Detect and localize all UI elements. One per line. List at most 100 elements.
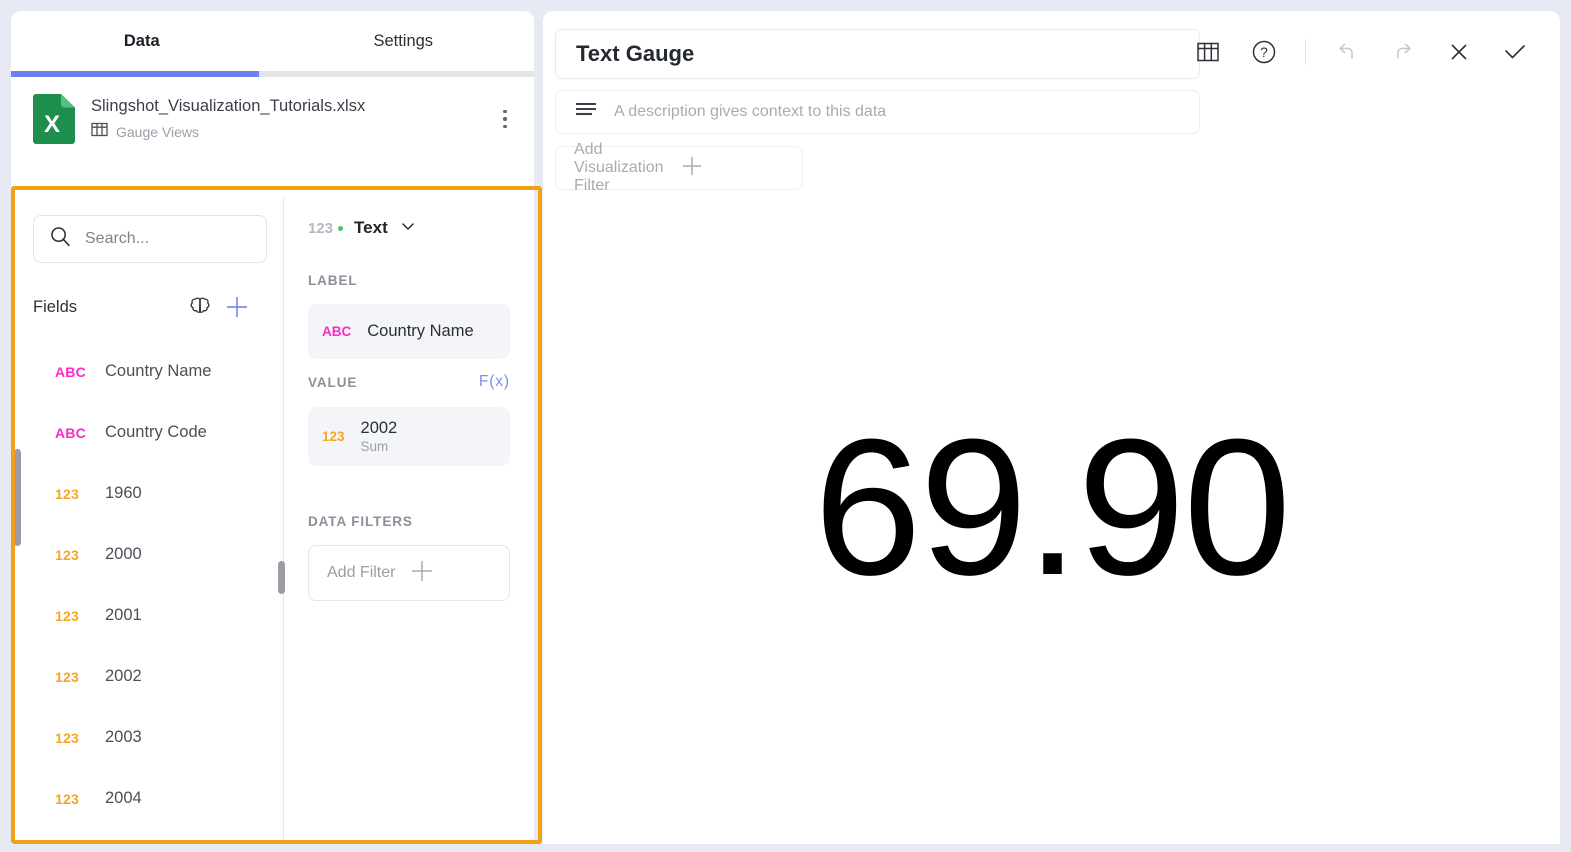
tab-indicator-track (11, 71, 534, 77)
field-list-item[interactable]: 123 2000 (11, 524, 283, 585)
config-columns: Search... Fields ABC Country Name ABC Co… (11, 197, 534, 844)
tab-data-label: Data (123, 31, 160, 50)
gauge-preview-area: 69.90 (543, 171, 1560, 844)
field-list-item[interactable]: 123 1960 (11, 463, 283, 524)
fields-header: Fields (11, 279, 283, 335)
shelf-column: 123 Text LABEL ABC Country Name VALUE F(… (278, 197, 534, 844)
field-name: 2000 (105, 545, 142, 563)
chip-text-block: 2002 Sum (361, 419, 398, 454)
table-icon (91, 121, 108, 143)
data-filters-heading-text: DATA FILTERS (308, 514, 413, 529)
chip-field-name: 2002 (360, 419, 398, 437)
search-icon (50, 226, 71, 252)
chip-aggregation: Sum (360, 439, 389, 454)
fields-title: Fields (33, 297, 78, 316)
label-shelf-heading-text: LABEL (308, 273, 358, 288)
fields-column: Search... Fields ABC Country Name ABC Co… (11, 197, 284, 844)
viz-description-input[interactable]: A description gives context to this data (555, 90, 1200, 134)
label-shelf-chip[interactable]: ABC Country Name (308, 304, 510, 359)
panel-tabs: Data Settings (11, 11, 534, 71)
visualization-editor: Data Settings X Slingshot_Visualization_… (0, 0, 1571, 852)
field-type-badge: 123 (55, 485, 79, 502)
redo-icon[interactable] (1380, 29, 1426, 75)
viz-type-selector[interactable]: 123 Text (308, 197, 510, 259)
field-type-badge: 123 (55, 790, 79, 807)
tab-settings[interactable]: Settings (273, 11, 535, 71)
kebab-dot (503, 124, 507, 129)
datasource-row[interactable]: X Slingshot_Visualization_Tutorials.xlsx… (11, 77, 534, 161)
field-list-item[interactable]: 123 2001 (11, 585, 283, 646)
fields-scrollbar-thumb[interactable] (14, 449, 21, 546)
help-icon[interactable]: ? (1241, 29, 1287, 75)
field-type-badge: 123 (55, 607, 79, 624)
description-lines-icon (574, 100, 598, 125)
brain-icon[interactable] (183, 295, 217, 319)
field-name: 1960 (105, 484, 142, 502)
datasource-meta: Slingshot_Visualization_Tutorials.xlsx G… (91, 95, 478, 142)
label-shelf-heading: LABEL (308, 273, 510, 288)
field-type-badge: ABC (55, 363, 86, 380)
field-name: Country Name (105, 362, 212, 380)
field-name: 2004 (105, 789, 142, 807)
check-icon[interactable] (1492, 29, 1538, 75)
editor-toolbar: ? (1185, 29, 1538, 75)
close-icon[interactable] (1436, 29, 1482, 75)
field-type-badge: 123 (55, 729, 79, 746)
tab-settings-label: Settings (373, 31, 434, 50)
search-placeholder: Search... (85, 230, 150, 247)
formula-button[interactable]: F(x) (479, 373, 510, 391)
tab-data[interactable]: Data (11, 11, 273, 71)
field-type-badge: ABC (55, 424, 86, 441)
add-filter-button[interactable]: Add Filter (308, 545, 510, 601)
value-shelf-heading-text: VALUE (308, 374, 358, 390)
chip-type-badge: 123 (322, 429, 345, 444)
preview-header: Text Gauge A description gives context t… (543, 11, 1560, 194)
viz-type-name: Text (354, 218, 388, 237)
shelf-scrollbar-thumb[interactable] (278, 561, 285, 594)
plus-icon (409, 558, 491, 589)
value-shelf-heading: VALUE F(x) (308, 373, 510, 391)
chip-type-badge: ABC (322, 324, 352, 339)
field-name: 2003 (105, 728, 142, 746)
gauge-value-text: 69.90 (813, 398, 1291, 616)
viz-type-status-dot (338, 225, 344, 231)
preview-panel: Text Gauge A description gives context t… (543, 11, 1560, 844)
chip-field-name: Country Name (367, 322, 474, 340)
field-list-item[interactable]: 123 2004 (11, 768, 283, 829)
viz-title-input[interactable]: Text Gauge (555, 29, 1200, 79)
field-list-item[interactable]: 123 2003 (11, 707, 283, 768)
field-list-item[interactable]: 1232005 (11, 829, 283, 844)
fields-search-wrap: Search... (11, 197, 283, 263)
kebab-dot (503, 117, 507, 121)
toolbar-divider (1305, 39, 1306, 65)
datasource-sheet-name: Gauge Views (116, 123, 200, 140)
fields-scrollbar[interactable] (11, 197, 21, 844)
left-config-panel: Data Settings X Slingshot_Visualization_… (11, 11, 534, 844)
add-field-button[interactable] (217, 294, 257, 320)
undo-icon[interactable] (1324, 29, 1370, 75)
datasource-sheet: Gauge Views (91, 121, 478, 143)
field-name: 2002 (105, 667, 142, 685)
field-list-item[interactable]: ABC Country Code (11, 402, 283, 463)
field-name: 2001 (105, 606, 142, 624)
viz-description-placeholder: A description gives context to this data (614, 103, 887, 120)
field-name: Country Code (105, 423, 207, 441)
tab-active-indicator (11, 71, 259, 77)
add-filter-label: Add Filter (327, 564, 396, 581)
field-list-item[interactable]: ABC Country Name (11, 341, 283, 402)
datasource-menu-button[interactable] (494, 109, 516, 129)
svg-text:X: X (44, 111, 60, 138)
chevron-down-icon (401, 219, 415, 238)
field-type-badge: 123 (55, 668, 79, 685)
svg-text:?: ? (1260, 44, 1268, 60)
search-input[interactable]: Search... (33, 215, 267, 263)
value-shelf-chip[interactable]: 123 2002 Sum (308, 407, 510, 466)
data-filters-heading: DATA FILTERS (308, 514, 510, 529)
field-list: ABC Country Name ABC Country Code 123 1960 123… (11, 335, 283, 844)
excel-file-icon: X (33, 94, 75, 144)
viz-type-badge: 123 (308, 219, 334, 237)
datasource-file-name: Slingshot_Visualization_Tutorials.xlsx (91, 97, 366, 116)
table-icon[interactable] (1185, 29, 1231, 75)
field-list-item[interactable]: 123 2002 (11, 646, 283, 707)
field-type-badge: 123 (55, 546, 79, 563)
